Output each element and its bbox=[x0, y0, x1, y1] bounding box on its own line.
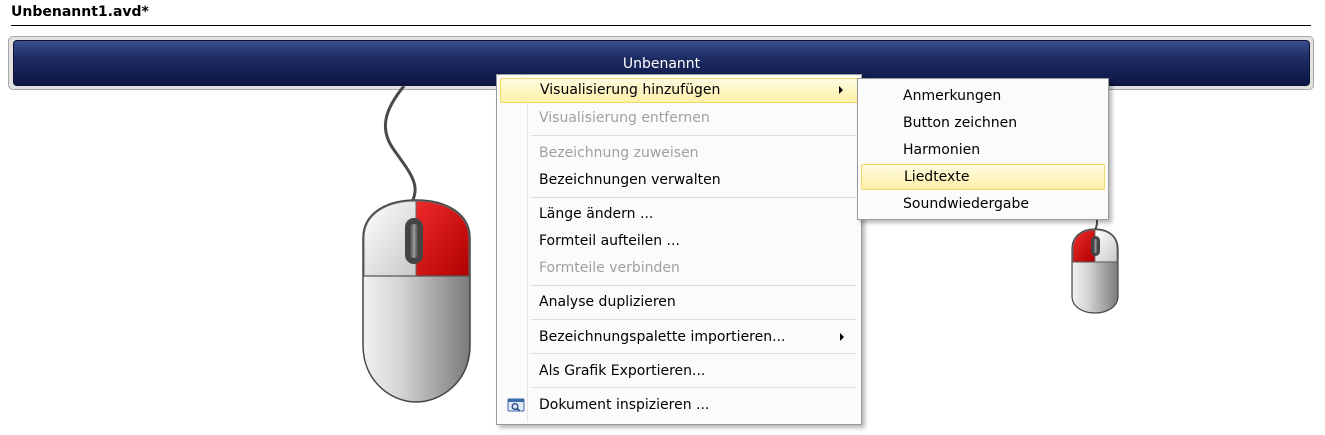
menu-item-split-section[interactable]: Formteil aufteilen ... bbox=[500, 229, 858, 254]
menu-separator bbox=[531, 197, 856, 198]
submenu-item-draw-button[interactable]: Button zeichnen bbox=[861, 110, 1105, 136]
menu-item-label: Visualisierung entfernen bbox=[539, 110, 710, 126]
menu-item-add-visualization[interactable]: Visualisierung hinzufügen bbox=[500, 78, 858, 103]
submenu-arrow-icon bbox=[839, 86, 843, 94]
menu-item-inspect-document[interactable]: Dokument inspizieren ... bbox=[500, 393, 858, 418]
menu-separator bbox=[531, 353, 856, 354]
menu-item-export-graphic[interactable]: Als Grafik Exportieren... bbox=[500, 359, 858, 384]
submenu-item-harmonies[interactable]: Harmonien bbox=[861, 137, 1105, 163]
submenu-item-lyrics[interactable]: Liedtexte bbox=[861, 164, 1105, 190]
menu-item-label: Bezeichnungen verwalten bbox=[539, 172, 721, 188]
menu-item-import-label-palette[interactable]: Bezeichnungspalette importieren... bbox=[500, 325, 858, 350]
menu-item-label: Liedtexte bbox=[904, 169, 970, 185]
menu-item-label: Anmerkungen bbox=[903, 88, 1002, 104]
inspect-document-icon bbox=[507, 398, 525, 412]
menu-item-label: Bezeichnungspalette importieren... bbox=[539, 329, 786, 345]
right-click-mouse-icon bbox=[362, 85, 471, 403]
menu-item-label: Button zeichnen bbox=[903, 115, 1018, 131]
visualization-submenu: Anmerkungen Button zeichnen Harmonien Li… bbox=[857, 78, 1109, 220]
menu-item-label: Visualisierung hinzufügen bbox=[540, 82, 721, 98]
menu-separator bbox=[531, 387, 856, 388]
menu-item-label: Länge ändern ... bbox=[539, 206, 654, 222]
menu-item-duplicate-analysis[interactable]: Analyse duplizieren bbox=[500, 290, 858, 315]
menu-item-label: Formteil aufteilen ... bbox=[539, 233, 680, 249]
menu-item-join-sections[interactable]: Formteile verbinden bbox=[500, 256, 858, 281]
menu-separator bbox=[531, 135, 856, 136]
submenu-item-annotations[interactable]: Anmerkungen bbox=[861, 83, 1105, 109]
submenu-item-sound-playback[interactable]: Soundwiedergabe bbox=[861, 191, 1105, 217]
context-menu: Visualisierung hinzufügen Visualisierung… bbox=[496, 74, 862, 425]
menu-item-assign-label[interactable]: Bezeichnung zuweisen bbox=[500, 141, 858, 166]
menu-separator bbox=[531, 319, 856, 320]
menu-item-label: Bezeichnung zuweisen bbox=[539, 145, 699, 161]
menu-item-label: Soundwiedergabe bbox=[903, 196, 1030, 212]
menu-item-label: Als Grafik Exportieren... bbox=[539, 363, 706, 379]
menu-item-manage-labels[interactable]: Bezeichnungen verwalten bbox=[500, 168, 858, 193]
menu-item-label: Harmonien bbox=[903, 142, 981, 158]
menu-item-label: Analyse duplizieren bbox=[539, 294, 676, 310]
menu-item-change-length[interactable]: Länge ändern ... bbox=[500, 202, 858, 227]
submenu-arrow-icon bbox=[840, 333, 844, 341]
menu-separator bbox=[531, 285, 856, 286]
menu-item-label: Formteile verbinden bbox=[539, 260, 680, 276]
menu-item-label: Dokument inspizieren ... bbox=[539, 397, 710, 413]
menu-item-remove-visualization[interactable]: Visualisierung entfernen bbox=[500, 106, 858, 131]
